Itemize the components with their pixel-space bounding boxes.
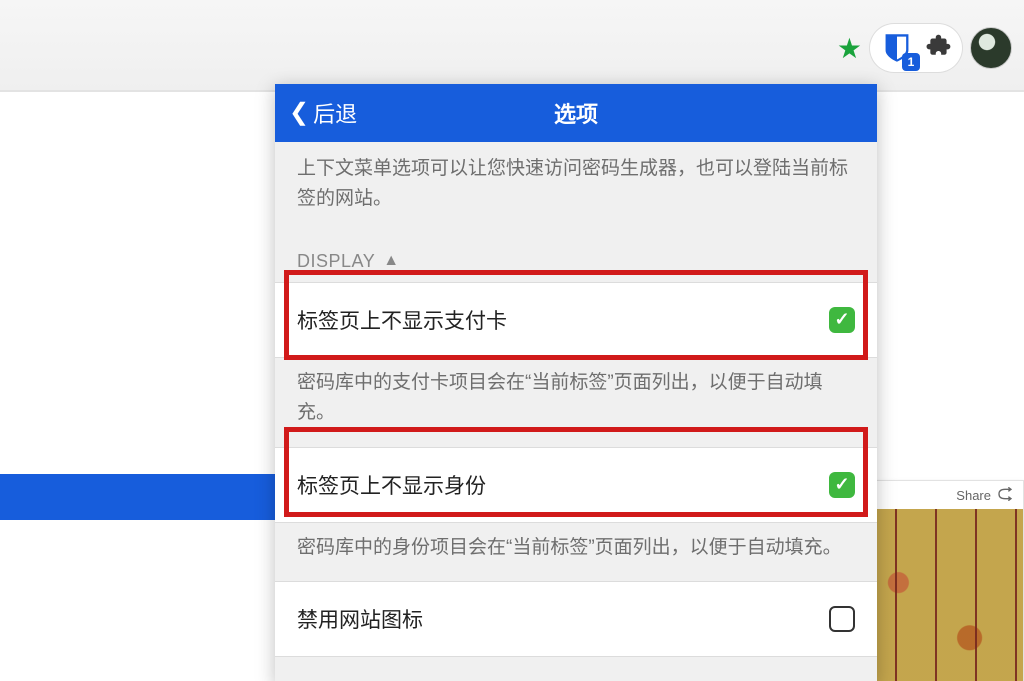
- bitwarden-extension-icon[interactable]: 1: [876, 27, 918, 69]
- extension-popup: ❮ 后退 选项 上下文菜单选项可以让您快速访问密码生成器，也可以登陆当前标签的网…: [275, 84, 877, 681]
- popup-body[interactable]: 上下文菜单选项可以让您快速访问密码生成器，也可以登陆当前标签的网站。 DISPL…: [275, 142, 877, 681]
- option-disable-favicon[interactable]: 禁用网站图标: [275, 581, 877, 657]
- option-hide-cards-label: 标签页上不显示支付卡: [297, 305, 507, 335]
- section-display-header[interactable]: DISPLAY ▲: [275, 233, 877, 282]
- share-label[interactable]: Share: [956, 488, 991, 503]
- option-disable-favicon-label: 禁用网站图标: [297, 604, 423, 634]
- share-icon[interactable]: [997, 487, 1013, 504]
- chevron-left-icon: ❮: [289, 101, 309, 125]
- context-menu-description: 上下文菜单选项可以让您快速访问密码生成器，也可以登陆当前标签的网站。: [275, 142, 877, 233]
- checkbox-hide-cards[interactable]: ✓: [829, 307, 855, 333]
- bookmark-star-icon[interactable]: ★: [837, 32, 862, 65]
- option-hide-identities-desc: 密码库中的身份项目会在“当前标签”页面列出，以便于自动填充。: [275, 523, 877, 581]
- option-hide-cards-desc: 密码库中的支付卡项目会在“当前标签”页面列出，以便于自动填充。: [275, 358, 877, 447]
- extension-pill: 1: [870, 24, 962, 72]
- option-hide-cards[interactable]: 标签页上不显示支付卡 ✓: [275, 282, 877, 358]
- extensions-puzzle-icon[interactable]: [922, 32, 956, 65]
- chevron-up-icon: ▲: [383, 252, 399, 270]
- option-hide-identities[interactable]: 标签页上不显示身份 ✓: [275, 447, 877, 523]
- section-display-label: DISPLAY: [297, 251, 375, 272]
- back-button[interactable]: ❮ 后退: [275, 97, 371, 129]
- checkbox-hide-identities[interactable]: ✓: [829, 472, 855, 498]
- back-label: 后退: [313, 97, 357, 129]
- popup-header: ❮ 后退 选项: [275, 84, 877, 142]
- toolbar-icon-group: ★ 1: [837, 24, 1012, 72]
- profile-avatar[interactable]: [970, 27, 1012, 69]
- browser-toolbar: ★ 1: [0, 0, 1024, 92]
- extension-badge-count: 1: [902, 53, 920, 71]
- page-blue-band: [0, 474, 275, 520]
- option-hide-identities-label: 标签页上不显示身份: [297, 470, 486, 500]
- checkbox-disable-favicon[interactable]: [829, 606, 855, 632]
